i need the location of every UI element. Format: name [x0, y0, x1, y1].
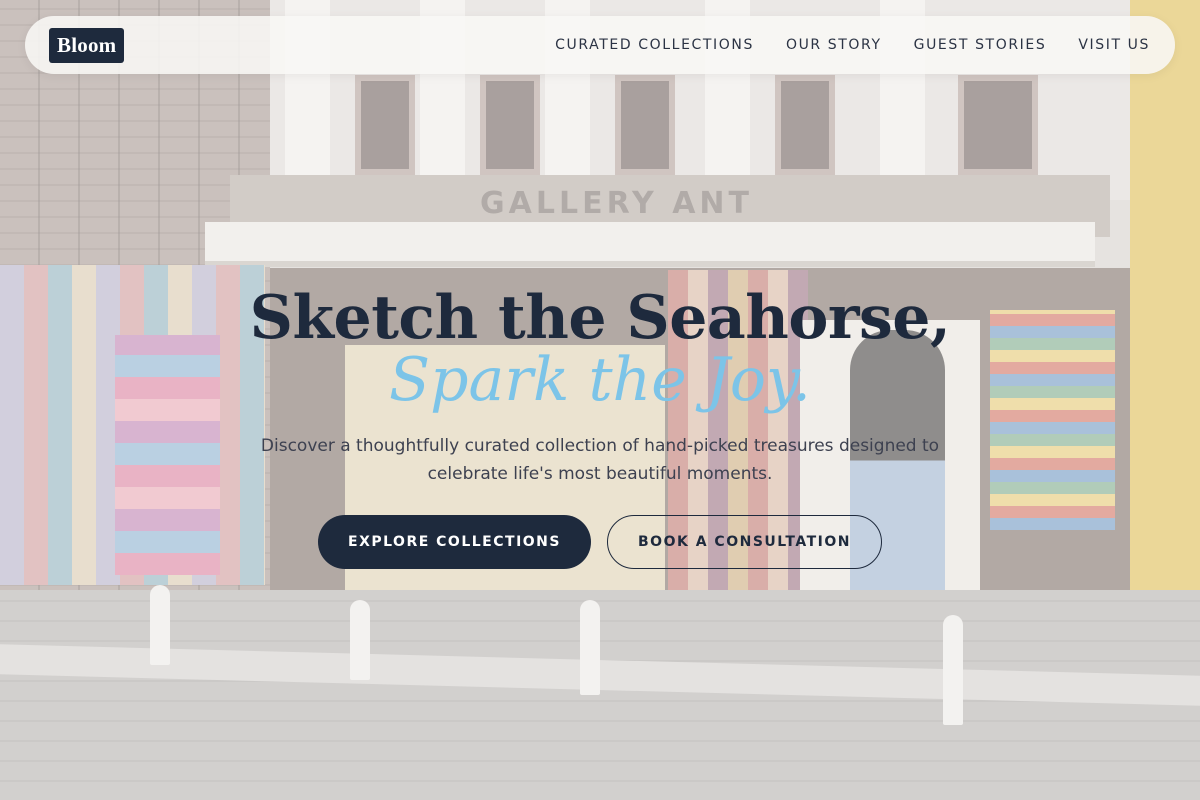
nav-link-our-story[interactable]: OUR STORY — [786, 37, 882, 53]
nav-link-visit-us[interactable]: VISIT US — [1078, 37, 1150, 53]
hero-cta-group: EXPLORE COLLECTIONS BOOK A CONSULTATION — [0, 515, 1200, 569]
explore-collections-button[interactable]: EXPLORE COLLECTIONS — [318, 515, 591, 569]
nav-link-guest-stories[interactable]: GUEST STORIES — [914, 37, 1047, 53]
brand-logo[interactable]: Bloom — [49, 27, 125, 63]
hero-section: Sketch the Seahorse, Spark the Joy. Disc… — [0, 278, 1200, 569]
hero-title-accent: Spark the Joy. — [389, 345, 811, 415]
top-nav-bar: Bloom CURATED COLLECTIONS OUR STORY GUES… — [25, 16, 1175, 74]
nav-links: CURATED COLLECTIONS OUR STORY GUEST STOR… — [555, 37, 1151, 53]
nav-link-curated-collections[interactable]: CURATED COLLECTIONS — [555, 37, 754, 53]
hero-subtitle: Discover a thoughtfully curated collecti… — [260, 436, 940, 484]
book-consultation-button[interactable]: BOOK A CONSULTATION — [607, 515, 882, 569]
